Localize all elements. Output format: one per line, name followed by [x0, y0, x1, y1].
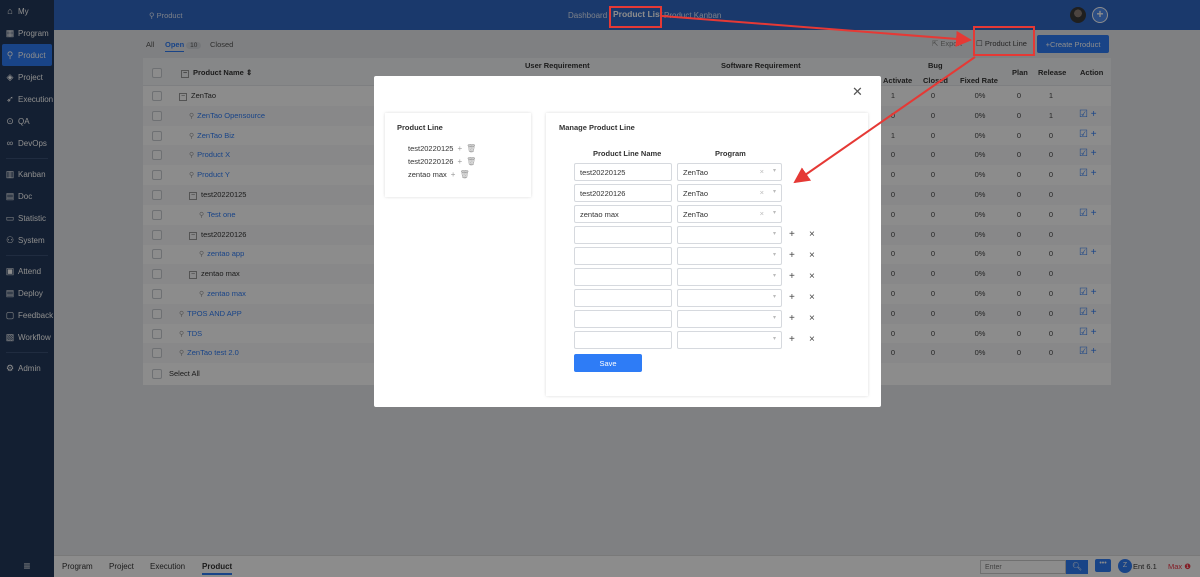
- add-row-icon[interactable]: +: [789, 292, 795, 303]
- add-row-icon[interactable]: +: [789, 334, 795, 345]
- product-line-name-input[interactable]: test20220125: [574, 163, 672, 181]
- program-select[interactable]: ▾: [677, 289, 782, 307]
- chevron-down-icon: ▾: [772, 294, 776, 300]
- manage-product-line: Manage Product Line Product Line Name Pr…: [546, 113, 868, 396]
- add-icon[interactable]: +: [457, 157, 462, 166]
- chevron-down-icon: ▾: [772, 168, 776, 174]
- chevron-down-icon: ▾: [772, 210, 776, 216]
- remove-row-icon[interactable]: ×: [809, 229, 815, 240]
- highlight-product-list: [609, 6, 662, 28]
- product-line-item[interactable]: test20220126 + 🗑︎: [408, 157, 476, 166]
- remove-row-icon[interactable]: ×: [809, 292, 815, 303]
- program-select[interactable]: ▾: [677, 310, 782, 328]
- clear-icon[interactable]: ×: [760, 167, 764, 176]
- chevron-down-icon: ▾: [772, 315, 776, 321]
- product-line-name-input[interactable]: [574, 310, 672, 328]
- manage-title: Manage Product Line: [559, 123, 635, 132]
- product-line-modal: ✕ Product Line test20220125 + 🗑︎ test202201…: [374, 76, 881, 407]
- product-line-name-input[interactable]: zentao max: [574, 205, 672, 223]
- product-line-title: Product Line: [397, 123, 443, 132]
- chevron-down-icon: ▾: [772, 252, 776, 258]
- product-line-name-input[interactable]: test20220126: [574, 184, 672, 202]
- trash-icon[interactable]: 🗑︎: [466, 157, 476, 166]
- program-select-value: ZenTao: [683, 168, 709, 177]
- clear-icon[interactable]: ×: [760, 209, 764, 218]
- add-row-icon[interactable]: +: [789, 313, 795, 324]
- program-select[interactable]: ZenTao × ▾: [677, 205, 782, 223]
- product-line-name-input[interactable]: [574, 226, 672, 244]
- chevron-down-icon: ▾: [772, 189, 776, 195]
- chevron-down-icon: ▾: [772, 336, 776, 342]
- product-line-name-input[interactable]: [574, 268, 672, 286]
- remove-row-icon[interactable]: ×: [809, 313, 815, 324]
- add-icon[interactable]: +: [451, 170, 456, 179]
- add-row-icon[interactable]: +: [789, 271, 795, 282]
- trash-icon[interactable]: 🗑︎: [459, 170, 469, 179]
- product-line-item-label: test20220125: [408, 144, 454, 153]
- program-select[interactable]: ▾: [677, 247, 782, 265]
- product-line-name-input[interactable]: [574, 289, 672, 307]
- product-line-item[interactable]: test20220125 + 🗑︎: [408, 144, 476, 153]
- program-select[interactable]: ▾: [677, 268, 782, 286]
- remove-row-icon[interactable]: ×: [809, 334, 815, 345]
- chevron-down-icon: ▾: [772, 273, 776, 279]
- chevron-down-icon: ▾: [772, 231, 776, 237]
- close-icon[interactable]: ✕: [852, 84, 863, 100]
- product-line-item-label: test20220126: [408, 157, 454, 166]
- product-line-item-label: zentao max: [408, 170, 447, 179]
- program-select-value: ZenTao: [683, 189, 709, 198]
- add-icon[interactable]: +: [457, 144, 462, 153]
- program-select[interactable]: ZenTao × ▾: [677, 184, 782, 202]
- add-row-icon[interactable]: +: [789, 229, 795, 240]
- program-select[interactable]: ▾: [677, 226, 782, 244]
- col-product-line-name: Product Line Name: [593, 149, 662, 158]
- product-line-name-input[interactable]: [574, 331, 672, 349]
- remove-row-icon[interactable]: ×: [809, 271, 815, 282]
- product-line-list: Product Line test20220125 + 🗑︎ test20220126…: [385, 113, 531, 197]
- remove-row-icon[interactable]: ×: [809, 250, 815, 261]
- add-row-icon[interactable]: +: [789, 250, 795, 261]
- program-select[interactable]: ZenTao × ▾: [677, 163, 782, 181]
- save-button[interactable]: Save: [574, 354, 642, 372]
- clear-icon[interactable]: ×: [760, 188, 764, 197]
- program-select-value: ZenTao: [683, 210, 709, 219]
- program-select[interactable]: ▾: [677, 331, 782, 349]
- product-line-item[interactable]: zentao max + 🗑︎: [408, 170, 470, 179]
- highlight-product-line: [973, 26, 1035, 56]
- trash-icon[interactable]: 🗑︎: [466, 144, 476, 153]
- product-line-name-input[interactable]: [574, 247, 672, 265]
- col-program: Program: [715, 149, 746, 158]
